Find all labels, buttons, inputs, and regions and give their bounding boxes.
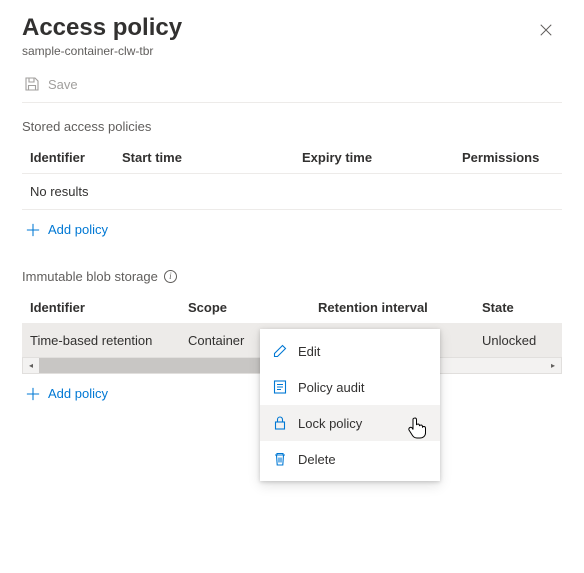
save-label: Save	[48, 77, 78, 92]
menu-item-policy-audit[interactable]: Policy audit	[260, 369, 440, 405]
immutable-section-title: Immutable blob storage i	[22, 269, 562, 284]
policy-audit-icon	[272, 379, 288, 395]
table-row: No results	[22, 174, 562, 210]
plus-icon	[26, 223, 40, 237]
stored-section-title: Stored access policies	[22, 119, 562, 134]
add-policy-label: Add policy	[48, 222, 108, 237]
scrollbar-thumb[interactable]	[39, 358, 267, 373]
scroll-right-arrow[interactable]: ▸	[545, 358, 561, 373]
edit-icon	[272, 343, 288, 359]
no-results-text: No results	[22, 174, 562, 210]
cell-identifier: Time-based retention	[22, 324, 180, 358]
col-identifier[interactable]: Identifier	[22, 142, 122, 174]
lock-icon	[272, 415, 288, 431]
table-header-row: Identifier Start time Expiry time Permis…	[22, 142, 562, 174]
col-state[interactable]: State	[474, 292, 562, 324]
menu-label: Edit	[298, 344, 320, 359]
col-permissions[interactable]: Permissions	[462, 142, 562, 174]
immutable-section-label: Immutable blob storage	[22, 269, 158, 284]
col-identifier[interactable]: Identifier	[22, 292, 180, 324]
col-expiry-time[interactable]: Expiry time	[302, 142, 462, 174]
menu-label: Policy audit	[298, 380, 364, 395]
col-start-time[interactable]: Start time	[122, 142, 302, 174]
scroll-left-arrow[interactable]: ◂	[23, 358, 39, 373]
col-scope[interactable]: Scope	[180, 292, 310, 324]
stored-policies-table: Identifier Start time Expiry time Permis…	[22, 142, 562, 210]
table-header-row: Identifier Scope Retention interval Stat…	[22, 292, 562, 324]
toolbar: Save	[22, 72, 562, 103]
add-stored-policy-button[interactable]: Add policy	[22, 210, 562, 253]
page-title: Access policy	[22, 14, 182, 42]
close-button[interactable]	[530, 14, 562, 46]
menu-label: Lock policy	[298, 416, 362, 431]
delete-icon	[272, 451, 288, 467]
menu-item-edit[interactable]: Edit	[260, 333, 440, 369]
save-button[interactable]: Save	[24, 76, 78, 92]
close-icon	[539, 23, 553, 37]
menu-item-lock-policy[interactable]: Lock policy	[260, 405, 440, 441]
info-icon[interactable]: i	[164, 270, 177, 283]
cell-state: Unlocked	[474, 324, 562, 358]
plus-icon	[26, 387, 40, 401]
context-menu: Edit Policy audit Lock policy Delete	[260, 329, 440, 481]
menu-label: Delete	[298, 452, 336, 467]
container-name: sample-container-clw-tbr	[22, 44, 182, 58]
menu-item-delete[interactable]: Delete	[260, 441, 440, 477]
col-retention[interactable]: Retention interval	[310, 292, 474, 324]
save-icon	[24, 76, 40, 92]
add-policy-label: Add policy	[48, 386, 108, 401]
